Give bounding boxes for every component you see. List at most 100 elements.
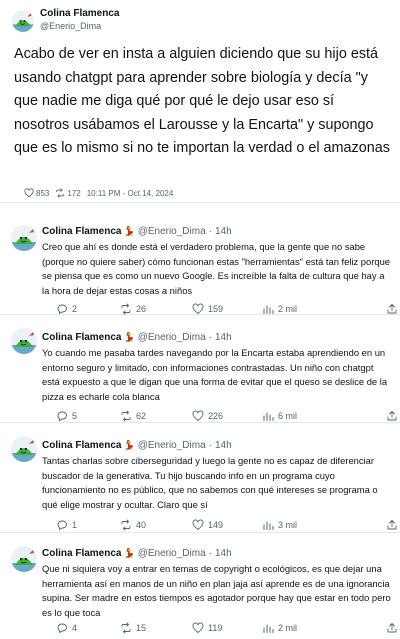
views-button[interactable]: 2 mil [262,622,297,634]
retweet-count: 15 [136,623,147,633]
like-count: 149 [208,520,224,530]
avatar[interactable] [11,436,37,462]
author-handle[interactable]: @Enerio_Dima [138,440,206,451]
retweet-count: 40 [136,520,147,530]
tweet-meta: 853 172 10:11 PM - Oct 14, 2024 [24,188,179,198]
like-button[interactable]: 226 [192,410,223,422]
retweet-button[interactable]: 15 [120,622,146,634]
dancer-emoji: 💃 [123,226,135,236]
views-count: 2 mil [278,304,298,314]
reply-text: Que ni siquiera voy a entrar en temas de… [42,563,391,618]
retweet-count-group[interactable]: 172 [55,188,81,198]
reply-count: 2 [72,304,78,314]
reply-header: Colina Flamenca 💃 @Enerio_Dima · 14h [42,226,232,237]
reply-actions: 2 26 159 2 mil [42,303,397,315]
reply-header: Colina Flamenca 💃 @Enerio_Dima · 14h [42,440,232,451]
reply-button[interactable]: 5 [56,410,77,422]
reply-header: Colina Flamenca 💃 @Enerio_Dima · 14h [42,332,232,343]
views-icon [263,305,274,314]
author-handle[interactable]: @Enerio_Dima [138,332,206,343]
reply-time[interactable]: 14h [215,332,232,343]
share-button[interactable] [386,303,400,315]
retweet-button[interactable]: 62 [120,410,146,422]
views-button[interactable]: 3 mil [262,519,297,531]
avatar[interactable] [11,328,37,354]
views-icon [263,624,274,633]
reply-text: Creo que ahí es donde está el verdadero … [42,241,391,296]
heart-icon [24,188,34,198]
share-icon [387,623,397,633]
author-handle[interactable]: @Enerio_Dima [138,226,206,237]
heart-icon [192,622,204,634]
views-count: 6 mil [278,411,298,421]
reply-button[interactable]: 2 [56,303,77,315]
retweet-icon [121,622,131,634]
author-name[interactable]: Colina Flamenca [42,548,121,559]
share-button[interactable] [386,410,400,422]
heart-icon [192,519,204,531]
retweet-icon [121,303,131,315]
reply-icon [57,623,67,633]
reply-button[interactable]: 4 [56,622,77,634]
retweet-button[interactable]: 40 [120,519,146,531]
reply-button[interactable]: 1 [56,519,77,531]
heart-icon [192,303,204,315]
reply-count: 5 [72,411,78,421]
author-name[interactable]: Colina Flamenca [42,226,121,237]
views-icon [263,521,274,530]
dancer-emoji: 💃 [123,332,135,342]
author-name[interactable]: Colina Flamenca [42,332,121,343]
share-icon [387,411,397,421]
reply-header: Colina Flamenca 💃 @Enerio_Dima · 14h [42,548,232,559]
separator-dot: · [208,332,212,343]
share-icon [387,520,397,530]
views-count: 2 mil [278,623,298,633]
like-button[interactable]: 149 [192,519,223,531]
reply-time[interactable]: 14h [215,226,232,237]
reply-time[interactable]: 14h [215,548,232,559]
author-handle[interactable]: @Enerio_Dima [138,548,206,559]
timestamp[interactable]: 10:11 PM - Oct 14, 2024 [87,189,174,198]
like-count: 853 [36,188,50,198]
like-button[interactable]: 119 [192,622,222,634]
reply: Colina Flamenca 💃 @Enerio_Dima · 14h Cre… [0,203,400,315]
author-name[interactable]: Colina Flamenca [42,440,121,451]
main-tweet: Colina Flamenca @Enerio_Dima Acabo de ve… [0,0,400,203]
reply-icon [57,520,67,530]
retweet-button[interactable]: 26 [120,303,146,315]
reply-time[interactable]: 14h [215,440,232,451]
reply-text: Yo cuando me pasaba tardes navegando por… [42,347,388,402]
like-button[interactable]: 159 [192,303,223,315]
separator-dot: · [208,440,212,451]
dancer-emoji: 💃 [123,440,135,450]
main-tweet-header: Colina Flamenca @Enerio_Dima [12,8,388,32]
reply-actions: 5 62 226 6 mil [42,410,397,422]
reply-count: 4 [72,623,78,633]
reply-icon [57,411,67,421]
reply: Colina Flamenca 💃 @Enerio_Dima · 14h Yo … [0,315,400,423]
like-count-group[interactable]: 853 [24,188,49,198]
views-icon [263,412,274,421]
reply-icon [57,304,67,314]
separator-dot: · [208,548,212,559]
retweet-count: 172 [67,188,81,198]
views-button[interactable]: 2 mil [262,303,297,315]
separator-dot: · [208,226,212,237]
like-count: 119 [208,623,223,633]
share-button[interactable] [386,519,400,531]
retweet-count: 62 [136,411,147,421]
avatar[interactable] [11,546,37,572]
author-name[interactable]: Colina Flamenca [40,8,119,20]
like-count: 159 [208,304,224,314]
author-handle[interactable]: @Enerio_Dima [40,20,119,32]
views-button[interactable]: 6 mil [262,410,297,422]
reply-text: Tantas charlas sobre ciberseguridad y lu… [42,455,378,510]
tweet-text: Acabo de ver en insta a alguien diciendo… [14,46,390,157]
reply-actions: 1 40 149 3 mil [42,519,397,531]
share-button[interactable] [386,622,400,634]
avatar[interactable] [12,10,34,32]
share-icon [387,304,397,314]
avatar[interactable] [11,225,37,251]
heart-icon [192,410,204,422]
dancer-emoji: 💃 [123,548,135,558]
